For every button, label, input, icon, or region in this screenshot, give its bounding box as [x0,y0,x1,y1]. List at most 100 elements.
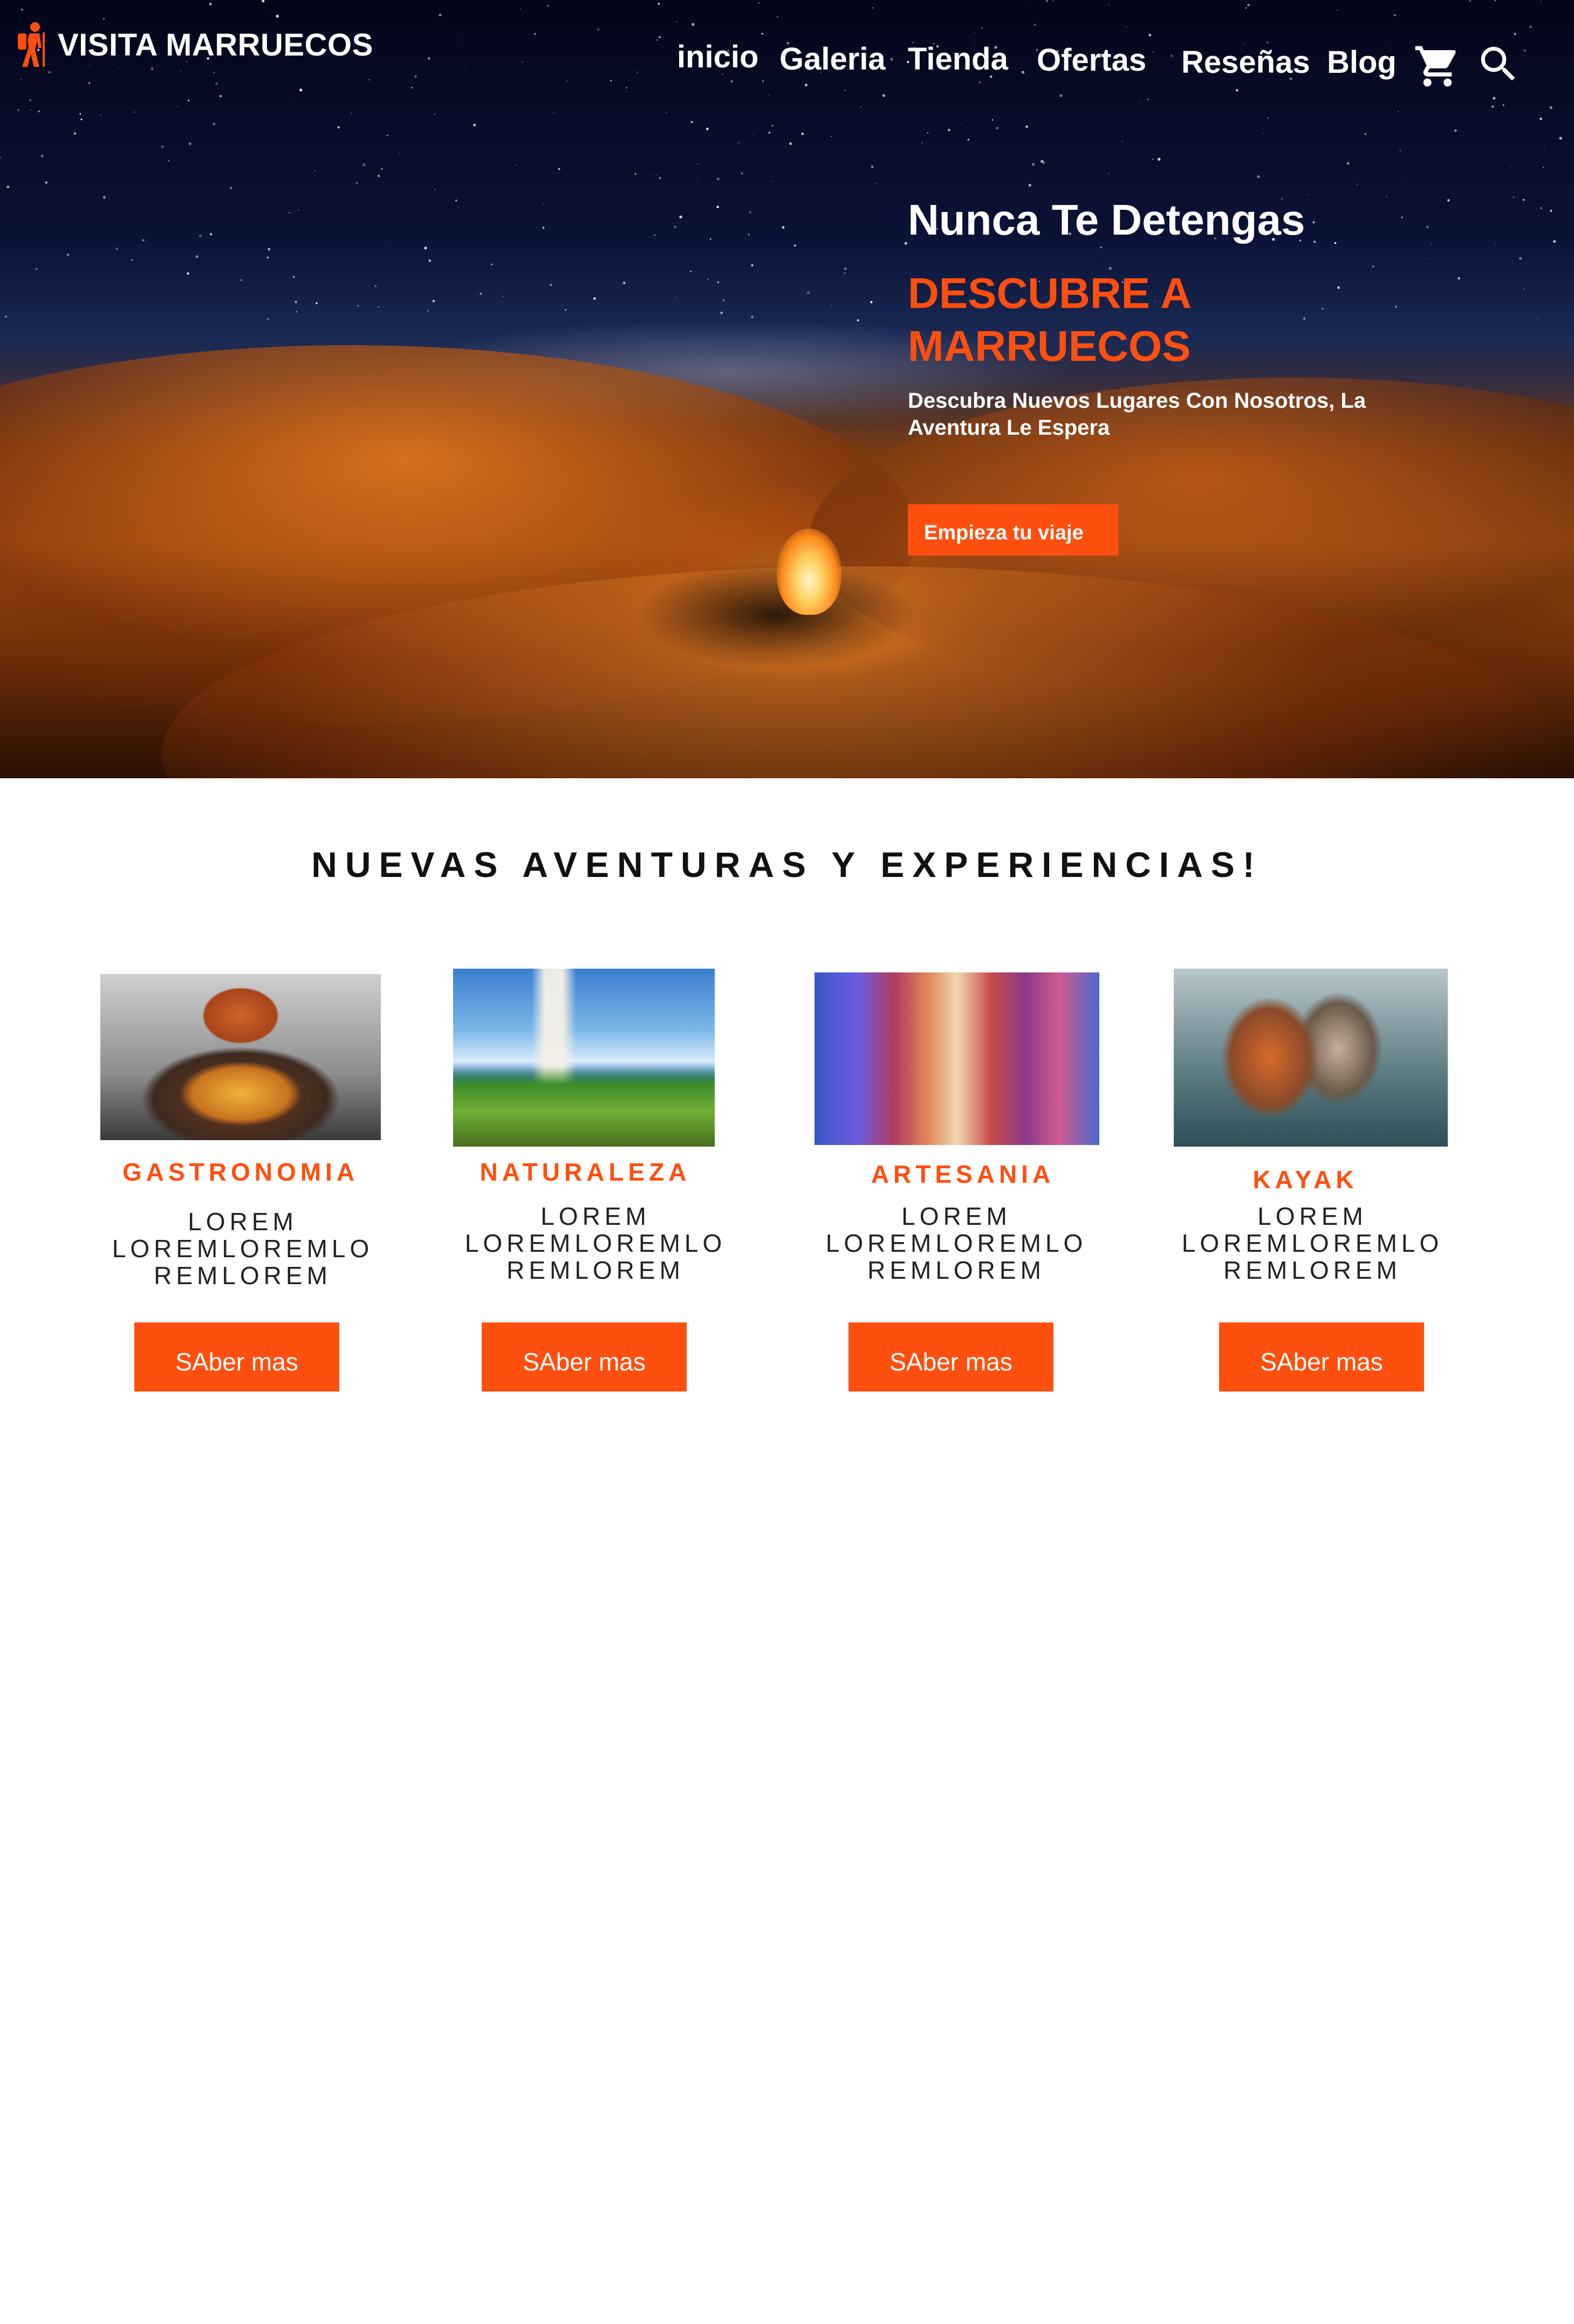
hiker-icon [18,22,45,67]
star [1529,25,1532,29]
star [831,136,832,137]
star [658,3,660,5]
star [960,124,961,125]
learn-more-button-gastronomia[interactable]: SAber mas [134,1322,339,1391]
star [195,255,199,258]
nav-item-tienda[interactable]: Tienda [908,41,1008,77]
star [692,23,695,26]
star [921,142,923,143]
star [1553,240,1556,243]
star [654,234,656,236]
star [637,71,638,73]
star [66,253,70,257]
cart-icon[interactable] [1413,42,1462,91]
search-icon[interactable] [1475,41,1522,87]
learn-more-button-naturaleza[interactable]: SAber mas [482,1322,687,1391]
star [38,110,40,113]
star [1364,133,1366,135]
nav-item-inicio[interactable]: inicio [677,39,758,75]
star [967,139,969,141]
campfire [777,529,841,615]
star [1534,57,1535,58]
star [1046,0,1048,2]
nav-item-resenas[interactable]: Reseñas [1181,44,1310,80]
star [79,113,81,115]
star [1491,105,1494,108]
star [1495,244,1496,245]
star [276,15,279,18]
star [427,57,430,60]
hero-description: Descubra Nuevos Lugares Con Nosotros, La… [908,389,1366,440]
star [948,128,950,132]
star [121,284,122,286]
star [789,142,792,145]
star [1346,162,1350,165]
star [1034,24,1036,26]
star [177,106,178,107]
star [1059,94,1063,97]
star [805,84,808,87]
star [716,177,720,181]
star [103,18,105,20]
star [1395,306,1397,308]
star [1494,0,1496,2]
star [690,121,693,124]
star [386,134,388,136]
star [355,182,358,184]
star [597,28,600,30]
star [737,142,740,143]
star [374,285,377,287]
naturaleza-image [453,969,715,1147]
card-label-kayak: KAYAK [1253,1166,1358,1194]
star [142,239,145,242]
nav-item-ofertas[interactable]: Ofertas [1037,42,1146,78]
star [553,113,555,114]
star [1493,97,1496,100]
star [1052,0,1054,2]
learn-more-button-kayak[interactable]: SAber mas [1219,1322,1424,1391]
star [388,243,389,245]
nav-item-blog[interactable]: Blog [1327,44,1397,80]
star [1312,221,1315,224]
star [1158,157,1161,161]
star [314,170,316,172]
hero-subtitle: Nunca Te Detengas [908,196,1305,244]
star [210,233,212,236]
star [860,106,862,108]
star [48,71,51,74]
star [1247,4,1250,6]
star [134,111,135,113]
hero-banner: VISITA MARRUECOS inicio Galeria Tienda O… [0,0,1574,778]
star [439,13,442,17]
star [1028,183,1031,187]
logo[interactable]: VISITA MARRUECOS [13,20,373,69]
star [741,172,743,175]
star [1502,104,1504,106]
star [749,211,751,214]
star [1447,199,1450,202]
star [455,199,457,202]
star [1148,33,1152,37]
star [188,99,190,101]
star [433,300,435,303]
star [100,114,102,116]
star [655,175,657,176]
star [17,109,19,112]
learn-more-button-artesania[interactable]: SAber mas [848,1322,1053,1391]
star [1514,33,1516,35]
card-text-naturaleza: LOREM LOREMLOREMLO REMLOREM [464,1202,727,1284]
nav-item-galeria[interactable]: Galeria [779,41,886,77]
star [706,127,709,131]
start-trip-button[interactable]: Empieza tu viaje [908,504,1118,556]
star [659,177,661,180]
star [1401,216,1403,218]
star [610,80,612,82]
card-label-naturaleza: NATURALEZA [480,1158,691,1186]
star [1386,41,1387,43]
star [543,203,544,205]
star [188,142,192,146]
star [857,319,859,321]
star [357,305,359,307]
star [771,125,774,127]
star [115,248,118,250]
